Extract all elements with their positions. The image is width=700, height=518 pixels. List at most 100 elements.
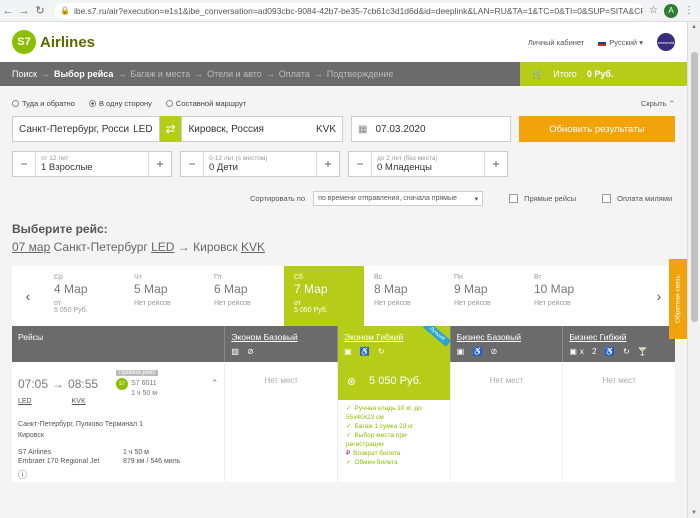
infants-stepper[interactable]: − до 2 лет (без места) 0 Младенцы +	[348, 151, 508, 177]
update-results-button[interactable]: Обновить результаты	[518, 116, 675, 142]
page: S7 Airlines Личный кабинет Русский ▾ one…	[0, 22, 687, 518]
reload-icon[interactable]: ↻	[32, 4, 48, 17]
site-header: S7 Airlines Личный кабинет Русский ▾ one…	[0, 22, 687, 62]
distance: 879 км / 546 миль	[123, 458, 181, 465]
step-flight: Выбор рейса	[53, 69, 114, 79]
cart-icon: 🛒	[532, 68, 544, 79]
logo-text: Airlines	[40, 33, 96, 51]
search-form: Санкт-Петербург, Росси LED ⇄ Кировск, Ро…	[0, 116, 687, 142]
scroll-down-icon[interactable]: ▼	[691, 510, 697, 516]
language-select[interactable]: Русский ▾	[598, 38, 643, 47]
collapse-chevron-icon[interactable]: ⌃	[211, 378, 219, 389]
s7-small-icon: S7	[116, 378, 129, 390]
account-link[interactable]: Личный кабинет	[528, 38, 584, 47]
fare-perks: ✓ Ручная кладь 10 кг, до 55x40x23 см ✓ Баг…	[346, 405, 422, 466]
adults-value: 1 Взрослые	[41, 162, 93, 173]
arrow-icon: →	[52, 376, 65, 391]
info-icon[interactable]: ⓘ	[18, 468, 218, 481]
flight-number[interactable]: S7 6011	[131, 380, 157, 387]
destination-field[interactable]: Кировск, Россия KVK	[181, 116, 343, 142]
fare-business-basic[interactable]: Бизнес Базовый ▣ ♿ ⊘	[449, 326, 563, 362]
step-baggage: Багаж и места	[130, 69, 191, 79]
lock-icon: 🔒	[60, 6, 70, 15]
address-bar[interactable]: 🔒 ibe.s7.ru/air?execution=e1s1&ibe_conve…	[54, 2, 644, 19]
passengers: − от 12 лет 1 Взрослые + − 0-12 лет (с ме…	[0, 151, 687, 177]
url-text: ibe.s7.ru/air?execution=e1s1&ibe_convers…	[73, 5, 644, 16]
date-cell-selected[interactable]: Сб 7 Мар от 5 050 Руб.	[284, 266, 364, 326]
price-radio[interactable]	[348, 377, 356, 385]
airport: Санкт-Петербург, Пулково Терминал 1	[18, 421, 143, 428]
business-flex-cell: Нет мест	[562, 362, 675, 482]
aircraft: Embraer 170 Regional Jet	[18, 458, 100, 465]
prev-date-icon[interactable]: ‹	[12, 266, 44, 326]
results-title: Выберите рейс:	[12, 222, 108, 236]
origin-city: Санкт-Петербург, Росси	[19, 123, 130, 135]
sort-select[interactable]: по времени отправления, сначала прямые ▾	[313, 191, 484, 206]
infants-value: 0 Младенцы	[377, 162, 433, 173]
destination-city-text: Кировск	[18, 432, 44, 439]
plus-icon[interactable]: +	[485, 152, 507, 176]
fare-business-flex[interactable]: Бизнес Гибкий ▣x 2 ♿ ↻ 🍸	[562, 326, 675, 362]
departure-time: 07:05	[18, 376, 49, 391]
feedback-tab[interactable]: Обратная связь	[669, 259, 687, 339]
s7-logo[interactable]: S7 Airlines	[12, 30, 95, 54]
one-way-radio[interactable]: В одну сторону	[88, 99, 152, 108]
children-stepper[interactable]: − 0-12 лет (с местом) 0 Дети +	[180, 151, 340, 177]
date-cell[interactable]: Ср 4 Мар от 5 050 Руб.	[44, 266, 124, 326]
plus-icon[interactable]: +	[149, 152, 171, 176]
cart-total[interactable]: 🛒 Итого 0 Руб.	[520, 62, 687, 86]
dep-code: LED	[18, 398, 32, 405]
business-basic-cell: Нет мест	[449, 362, 563, 482]
step-payment: Оплата	[278, 69, 310, 79]
swap-icon[interactable]: ⇄	[159, 116, 182, 142]
forward-icon[interactable]: →	[16, 5, 32, 17]
route-to: Кировск	[193, 240, 238, 254]
flight-info: 07:05 → 08:55 Прямой рейс S7 S7 6011 1 ч …	[12, 362, 224, 482]
page-scrollbar[interactable]: ▲ ▼	[687, 22, 700, 518]
minus-icon[interactable]: −	[349, 152, 371, 176]
date-cell[interactable]: Пн 9 Мар Нет рейсов	[444, 266, 524, 326]
route-to-code: KVK	[241, 240, 266, 254]
economy-flex-cell[interactable]: 5 050 Руб. ✓ Ручная кладь 10 кг, до 55x40…	[337, 362, 450, 482]
baggage-icons: ▨ ⊘	[231, 347, 257, 356]
miles-checkbox[interactable]: Оплата милями	[602, 194, 672, 204]
scroll-up-icon[interactable]: ▲	[691, 24, 697, 30]
multi-route-radio[interactable]: Составной маршрут	[165, 99, 246, 108]
baggage-icons: ▣ ♿ ↻	[344, 347, 388, 356]
round-trip-radio[interactable]: Туда и обратно	[12, 99, 75, 108]
price-value: 5 050 Руб.	[369, 375, 422, 387]
route-from-code: LED	[151, 240, 175, 254]
profile-avatar[interactable]: A	[664, 3, 678, 18]
date-field[interactable]: ▦ 07.03.2020	[351, 116, 511, 142]
step-search[interactable]: Поиск	[12, 69, 37, 79]
date-carousel: ‹ Ср 4 Мар от 5 050 Руб. Чт 5 Мар Нет рейсов …	[12, 266, 675, 326]
plus-icon[interactable]: +	[317, 152, 339, 176]
duration-detail: 1 ч 50 м	[123, 449, 149, 456]
back-icon[interactable]: ←	[0, 5, 16, 17]
route-date[interactable]: 07 мар	[12, 240, 50, 254]
menu-icon[interactable]: ⋮	[684, 5, 694, 16]
adults-stepper[interactable]: − от 12 лет 1 Взрослые +	[12, 151, 172, 177]
step-hotels: Отели и авто	[207, 69, 262, 79]
date-cell[interactable]: Чт 5 Мар Нет рейсов	[124, 266, 204, 326]
direct-tag: Прямой рейс	[116, 370, 159, 376]
fare-economy-basic[interactable]: Эконом Базовый ▨ ⊘	[224, 326, 337, 362]
date-cell[interactable]: Вс 8 Мар Нет рейсов	[364, 266, 444, 326]
minus-icon[interactable]: −	[181, 152, 203, 176]
star-icon[interactable]: ☆	[649, 5, 658, 16]
origin-code: LED	[133, 123, 153, 135]
minus-icon[interactable]: −	[13, 152, 35, 176]
origin-field[interactable]: Санкт-Петербург, Росси LED	[12, 116, 160, 142]
children-value: 0 Дети	[209, 162, 238, 173]
scroll-thumb[interactable]	[691, 52, 698, 322]
fare-economy-flex[interactable]: Эконом Гибкий ▣ ♿ ↻ Лучший	[337, 326, 450, 362]
direct-checkbox[interactable]: Прямые рейсы	[509, 194, 576, 204]
infants-hint: до 2 лет (без места)	[377, 155, 438, 162]
collapse-link[interactable]: Скрыть ⌃	[641, 99, 675, 108]
dropdown-icon: ▾	[474, 195, 479, 203]
date-cell[interactable]: Вт 10 Мар Нет рейсов	[524, 266, 604, 326]
date-cell[interactable]: Пт 6 Мар Нет рейсов	[204, 266, 284, 326]
price-option[interactable]: 5 050 Руб.	[338, 362, 450, 400]
destination-code: KVK	[315, 123, 336, 135]
sort-bar: Сортировать по по времени отправления, с…	[0, 191, 687, 206]
